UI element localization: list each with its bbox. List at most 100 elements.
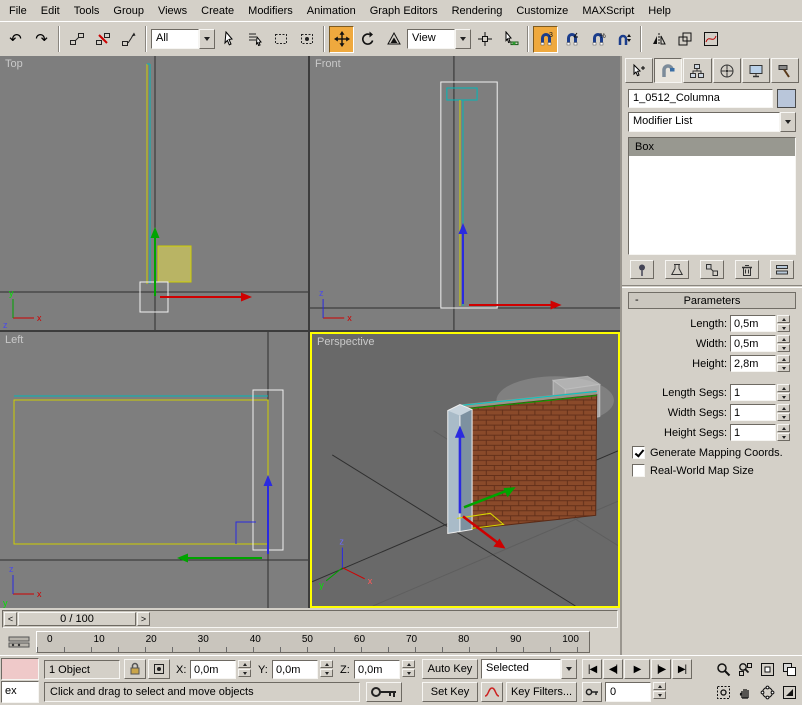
remove-modifier-button[interactable] <box>735 260 759 279</box>
show-end-result-button[interactable] <box>665 260 689 279</box>
viewport-left[interactable]: x z y Left <box>0 332 308 608</box>
snap-toggle-3d-button[interactable]: 3 <box>533 26 558 53</box>
go-to-start-button[interactable]: |◀ <box>582 659 602 679</box>
pan-view-button[interactable] <box>734 681 756 703</box>
set-keys-button[interactable] <box>366 682 402 702</box>
tab-modify[interactable] <box>654 58 682 83</box>
menu-item-help[interactable]: Help <box>641 2 678 20</box>
z-spinner[interactable] <box>402 660 415 679</box>
angle-snap-button[interactable] <box>559 26 584 53</box>
key-filters-button[interactable]: Key Filters... <box>506 682 577 702</box>
menu-item-create[interactable]: Create <box>194 2 241 20</box>
configure-modifier-sets-button[interactable] <box>770 260 794 279</box>
selection-lock-toggle[interactable] <box>124 659 146 679</box>
real-world-map-size-checkbox[interactable] <box>632 464 645 477</box>
use-pivot-point-center-button[interactable] <box>472 26 497 53</box>
spinner-snap-button[interactable] <box>611 26 636 53</box>
width-segs-spinner[interactable] <box>777 404 790 421</box>
align-button[interactable] <box>672 26 697 53</box>
pin-stack-button[interactable] <box>630 260 654 279</box>
key-mode-toggle[interactable] <box>582 682 602 702</box>
absolute-offset-mode-toggle[interactable] <box>148 659 170 679</box>
modifier-list-dropdown[interactable]: Modifier List <box>628 112 796 132</box>
y-coordinate-field[interactable]: 0,0m <box>272 660 318 679</box>
zoom-extents-button[interactable] <box>756 658 778 680</box>
select-by-name-button[interactable] <box>242 26 267 53</box>
play-animation-button[interactable]: ▶ <box>624 659 650 679</box>
width-input[interactable]: 0,5m <box>730 335 776 352</box>
y-spinner[interactable] <box>320 660 333 679</box>
height-input[interactable]: 2,8m <box>730 355 776 372</box>
modifier-stack[interactable]: Box <box>628 137 796 255</box>
object-color-swatch[interactable] <box>777 89 796 108</box>
bind-to-spacewarp-button[interactable] <box>116 26 141 53</box>
maximize-viewport-toggle[interactable] <box>778 681 800 703</box>
percent-snap-button[interactable]: % <box>585 26 610 53</box>
curve-editor-button[interactable] <box>698 26 723 53</box>
previous-frame-button[interactable]: ◀| <box>603 659 623 679</box>
tab-display[interactable] <box>742 58 770 83</box>
menu-item-modifiers[interactable]: Modifiers <box>241 2 300 20</box>
viewport-perspective[interactable]: x y z Perspective <box>310 332 620 608</box>
width-segs-input[interactable]: 1 <box>730 404 776 421</box>
zoom-region-button[interactable] <box>712 681 734 703</box>
x-coordinate-field[interactable]: 0,0m <box>190 660 236 679</box>
z-coordinate-field[interactable]: 0,0m <box>354 660 400 679</box>
default-tangent-button[interactable] <box>481 682 503 702</box>
next-frame-button[interactable]: |▶ <box>651 659 671 679</box>
height-segs-spinner[interactable] <box>777 424 790 441</box>
menu-item-customize[interactable]: Customize <box>509 2 575 20</box>
tab-hierarchy[interactable] <box>683 58 711 83</box>
object-name-field[interactable]: 1_0512_Columna <box>628 89 773 108</box>
chevron-down-icon[interactable] <box>199 29 215 49</box>
zoom-extents-all-button[interactable] <box>778 658 800 680</box>
rectangular-selection-region-button[interactable] <box>268 26 293 53</box>
length-segs-spinner[interactable] <box>777 384 790 401</box>
length-spinner[interactable] <box>777 315 790 332</box>
select-and-link-button[interactable] <box>64 26 89 53</box>
select-and-move-button[interactable] <box>329 26 354 53</box>
time-slider-next-button[interactable]: > <box>137 612 150 626</box>
window-crossing-button[interactable] <box>294 26 319 53</box>
time-slider-prev-button[interactable]: < <box>4 612 17 626</box>
select-and-rotate-button[interactable] <box>355 26 380 53</box>
select-object-button[interactable] <box>216 26 241 53</box>
menu-item-file[interactable]: File <box>2 2 34 20</box>
undo-button[interactable]: ↶ <box>3 26 28 53</box>
viewport-front[interactable]: x z Front <box>310 56 620 330</box>
generate-mapping-coords-checkbox[interactable] <box>632 446 645 459</box>
menu-item-animation[interactable]: Animation <box>300 2 363 20</box>
menu-item-graph-editors[interactable]: Graph Editors <box>363 2 445 20</box>
menu-item-tools[interactable]: Tools <box>67 2 107 20</box>
time-slider-track[interactable]: < 0 / 100 > <box>2 610 618 628</box>
chevron-down-icon[interactable] <box>561 659 577 679</box>
make-unique-button[interactable] <box>700 260 724 279</box>
viewport-top[interactable]: x y z Top <box>0 56 308 330</box>
height-segs-input[interactable]: 1 <box>730 424 776 441</box>
x-spinner[interactable] <box>238 660 251 679</box>
height-spinner[interactable] <box>777 355 790 372</box>
auto-key-button[interactable]: Auto Key <box>422 659 478 679</box>
redo-button[interactable]: ↷ <box>29 26 54 53</box>
track-bar[interactable]: 0 10 20 30 40 50 60 70 80 90 100 <box>36 631 590 653</box>
width-spinner[interactable] <box>777 335 790 352</box>
tab-utilities[interactable] <box>771 58 799 83</box>
tab-motion[interactable] <box>713 58 741 83</box>
chevron-down-icon[interactable] <box>455 29 471 49</box>
maxscript-macro-recorder-pane[interactable] <box>1 658 39 680</box>
key-filter-selection-dropdown[interactable]: Selected <box>481 659 577 679</box>
length-segs-input[interactable]: 1 <box>730 384 776 401</box>
menu-item-edit[interactable]: Edit <box>34 2 67 20</box>
selection-filter-dropdown[interactable]: All <box>151 29 215 49</box>
unlink-selection-button[interactable] <box>90 26 115 53</box>
open-mini-curve-editor-button[interactable] <box>2 631 36 653</box>
mirror-button[interactable] <box>646 26 671 53</box>
reference-coordinate-dropdown[interactable]: View <box>407 29 471 49</box>
menu-item-group[interactable]: Group <box>106 2 151 20</box>
go-to-end-button[interactable]: ▶| <box>672 659 692 679</box>
zoom-all-button[interactable] <box>734 658 756 680</box>
set-key-button[interactable]: Set Key <box>422 682 478 702</box>
frame-spinner[interactable] <box>653 682 666 702</box>
tab-create[interactable] <box>625 58 653 83</box>
zoom-button[interactable] <box>712 658 734 680</box>
